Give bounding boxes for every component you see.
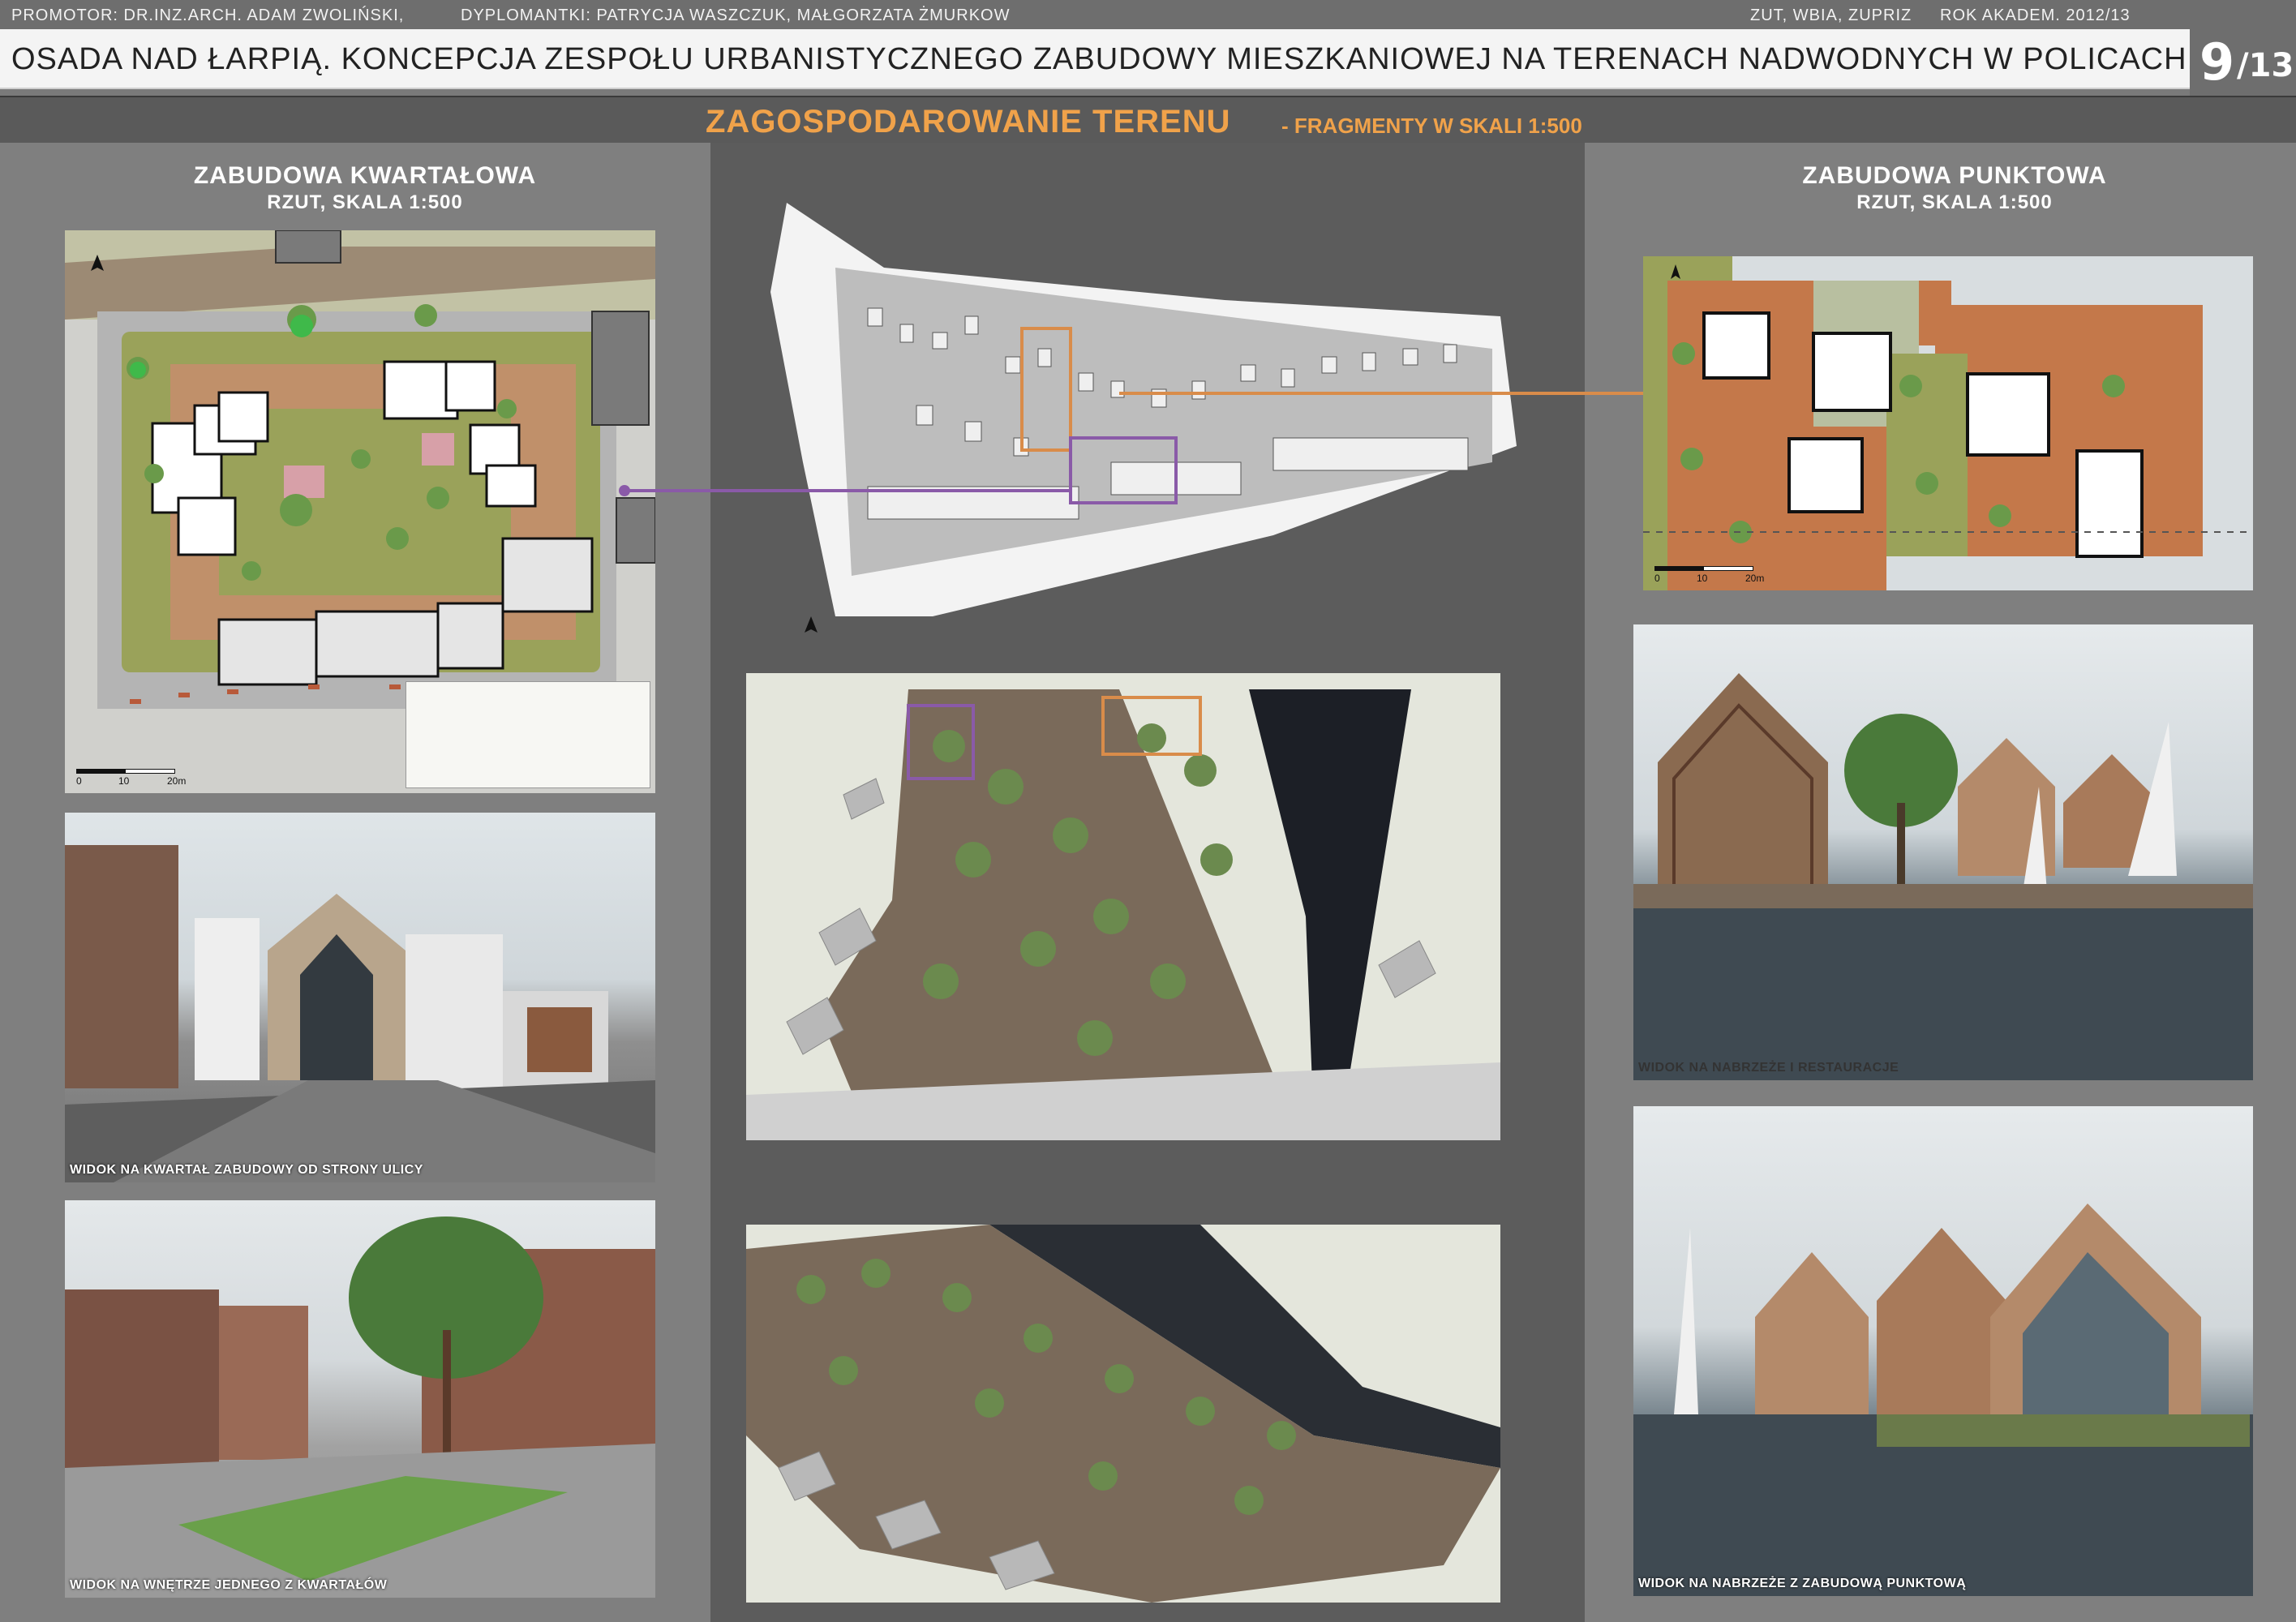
quay-point-buildings-caption: WIDOK NA NABRZEŻE Z ZABUDOWĄ PUNKTOWĄ (1638, 1577, 1967, 1590)
right-scale-10: 10 (1697, 573, 1708, 584)
quay-point-buildings-render: WIDOK NA NABRZEŻE Z ZABUDOWĄ PUNKTOWĄ (1633, 1106, 2253, 1596)
right-scale-0: 0 (1654, 573, 1660, 584)
right-heading-title: ZABUDOWA PUNKTOWA (1802, 162, 2107, 189)
point-plan-drawing (1643, 256, 2253, 590)
aerial-view-1-drawing (746, 673, 1500, 1140)
right-heading: ZABUDOWA PUNKTOWA RZUT, SKALA 1:500 (1622, 162, 2287, 214)
quay-restaurants-render: WIDOK NA NABRZEŻE I RESTAURACJE (1633, 624, 2253, 1080)
quay-restaurants-caption: WIDOK NA NABRZEŻE I RESTAURACJE (1638, 1061, 1899, 1075)
right-heading-subtitle: RZUT, SKALA 1:500 (1856, 191, 2053, 213)
aerial-view-2 (746, 1225, 1500, 1603)
right-scale-bar: 0 10 20m (1654, 566, 1768, 584)
right-scale-20: 20m (1745, 573, 1765, 584)
aerial-view-2-drawing (746, 1225, 1500, 1603)
quay-point-buildings-drawing (1633, 1204, 2253, 1596)
point-site-plan: 0 10 20m (1643, 256, 2253, 590)
aerial-view-1 (746, 673, 1500, 1140)
quay-restaurants-drawing (1633, 673, 2253, 1080)
